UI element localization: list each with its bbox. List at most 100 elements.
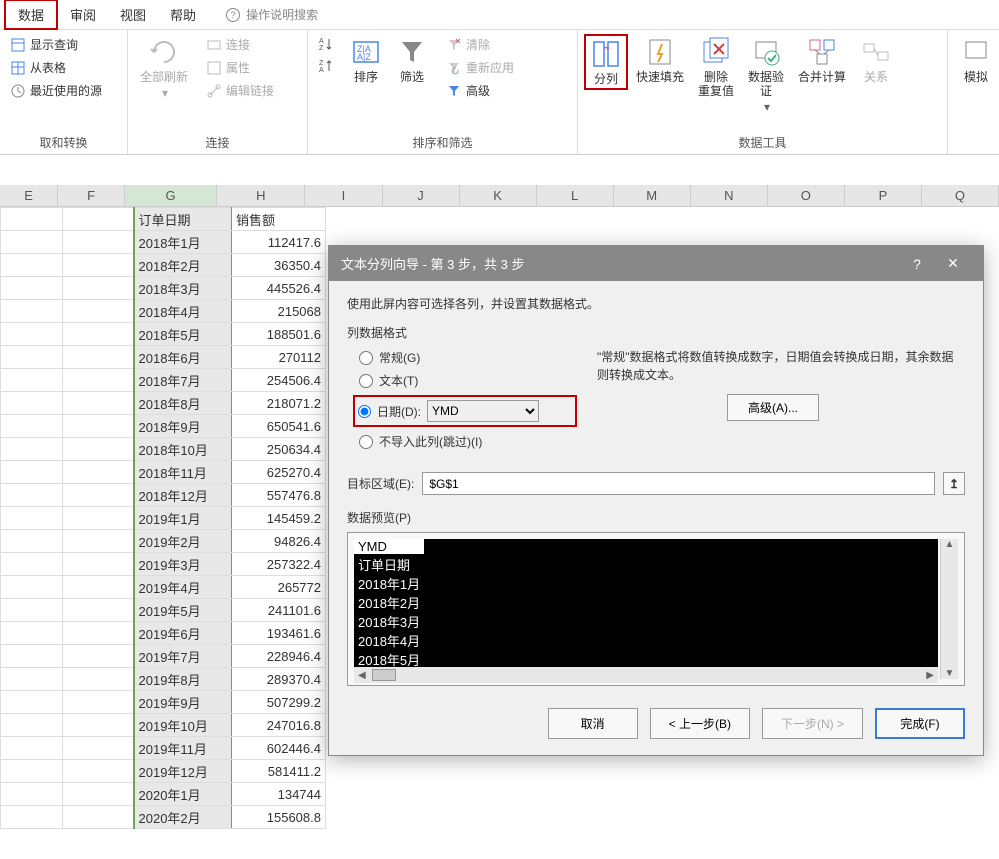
- show-queries-button[interactable]: 显示查询: [6, 34, 106, 55]
- cell[interactable]: 625270.4: [232, 461, 326, 484]
- cell[interactable]: 215068: [232, 300, 326, 323]
- remove-duplicates-button[interactable]: 删除 重复值: [692, 34, 740, 100]
- cell[interactable]: 557476.8: [232, 484, 326, 507]
- cell[interactable]: 193461.6: [232, 622, 326, 645]
- radio-text[interactable]: 文本(T): [359, 372, 577, 389]
- cell[interactable]: 2019年6月: [134, 622, 232, 645]
- help-icon[interactable]: ?: [899, 256, 935, 272]
- cell[interactable]: 445526.4: [232, 277, 326, 300]
- scroll-down-icon[interactable]: ▼: [945, 668, 955, 679]
- col-header[interactable]: O: [768, 185, 845, 206]
- connections-button[interactable]: 连接: [202, 34, 278, 55]
- cell[interactable]: 254506.4: [232, 369, 326, 392]
- destination-input[interactable]: [422, 472, 935, 495]
- cell[interactable]: 2018年7月: [134, 369, 232, 392]
- cell[interactable]: 289370.4: [232, 668, 326, 691]
- cell[interactable]: 2018年5月: [134, 323, 232, 346]
- cell[interactable]: 2019年10月: [134, 714, 232, 737]
- cell[interactable]: 36350.4: [232, 254, 326, 277]
- range-picker-icon[interactable]: ↥: [943, 472, 965, 495]
- cell[interactable]: 2018年11月: [134, 461, 232, 484]
- cell[interactable]: 2019年12月: [134, 760, 232, 783]
- col-header[interactable]: H: [217, 185, 305, 206]
- col-header[interactable]: P: [845, 185, 922, 206]
- advanced-button[interactable]: 高级(A)...: [727, 394, 819, 421]
- finish-button[interactable]: 完成(F): [875, 708, 965, 739]
- cell[interactable]: 247016.8: [232, 714, 326, 737]
- cell[interactable]: 650541.6: [232, 415, 326, 438]
- filter-button[interactable]: 筛选: [390, 34, 434, 86]
- tell-me-search[interactable]: ? 操作说明搜索: [226, 6, 318, 23]
- cell[interactable]: 145459.2: [232, 507, 326, 530]
- cell[interactable]: 507299.2: [232, 691, 326, 714]
- dialog-titlebar[interactable]: 文本分列向导 - 第 3 步，共 3 步 ? ✕: [329, 246, 983, 281]
- radio-date[interactable]: [358, 405, 371, 418]
- what-if-button[interactable]: 模拟: [954, 34, 998, 86]
- cell[interactable]: 228946.4: [232, 645, 326, 668]
- col-header[interactable]: L: [537, 185, 614, 206]
- col-header[interactable]: I: [305, 185, 382, 206]
- scroll-thumb[interactable]: [372, 669, 396, 681]
- cell[interactable]: 155608.8: [232, 806, 326, 829]
- cell[interactable]: 2019年7月: [134, 645, 232, 668]
- cell[interactable]: 2018年2月: [134, 254, 232, 277]
- back-button[interactable]: < 上一步(B): [650, 708, 750, 739]
- col-header[interactable]: M: [614, 185, 691, 206]
- cell[interactable]: 2018年4月: [134, 300, 232, 323]
- radio-skip[interactable]: 不导入此列(跳过)(I): [359, 433, 577, 450]
- cell[interactable]: 销售额: [232, 208, 326, 231]
- recent-sources-button[interactable]: 最近使用的源: [6, 80, 106, 101]
- cell[interactable]: 218071.2: [232, 392, 326, 415]
- col-header[interactable]: J: [383, 185, 460, 206]
- cell[interactable]: 2018年3月: [134, 277, 232, 300]
- cell[interactable]: 2018年1月: [134, 231, 232, 254]
- cell[interactable]: 2019年9月: [134, 691, 232, 714]
- cell[interactable]: 2019年3月: [134, 553, 232, 576]
- date-format-select[interactable]: YMD: [427, 400, 539, 422]
- cell[interactable]: 2019年11月: [134, 737, 232, 760]
- cell[interactable]: 2018年10月: [134, 438, 232, 461]
- cell[interactable]: 2018年8月: [134, 392, 232, 415]
- col-header[interactable]: N: [691, 185, 768, 206]
- cell[interactable]: 265772: [232, 576, 326, 599]
- cell[interactable]: 2018年9月: [134, 415, 232, 438]
- tab-data[interactable]: 数据: [4, 0, 58, 30]
- col-header[interactable]: G: [125, 185, 217, 206]
- tab-review[interactable]: 审阅: [58, 1, 108, 28]
- cell[interactable]: 250634.4: [232, 438, 326, 461]
- cell[interactable]: 257322.4: [232, 553, 326, 576]
- scroll-left-icon[interactable]: ◀: [354, 670, 370, 681]
- cell[interactable]: 2019年5月: [134, 599, 232, 622]
- data-validation-button[interactable]: 数据验 证▾: [742, 34, 790, 116]
- cell[interactable]: 2019年8月: [134, 668, 232, 691]
- scroll-up-icon[interactable]: ▲: [945, 539, 955, 550]
- scroll-right-icon[interactable]: ▶: [922, 670, 938, 681]
- consolidate-button[interactable]: 合并计算: [792, 34, 852, 86]
- cell[interactable]: 2018年6月: [134, 346, 232, 369]
- cell[interactable]: 订单日期: [134, 208, 232, 231]
- cell[interactable]: 270112: [232, 346, 326, 369]
- from-table-button[interactable]: 从表格: [6, 57, 106, 78]
- properties-button[interactable]: 属性: [202, 57, 278, 78]
- cell[interactable]: 2019年4月: [134, 576, 232, 599]
- cancel-button[interactable]: 取消: [548, 708, 638, 739]
- cell[interactable]: 2019年1月: [134, 507, 232, 530]
- sort-desc-button[interactable]: ZA: [314, 56, 338, 76]
- tab-help[interactable]: 帮助: [158, 1, 208, 28]
- col-header[interactable]: E: [0, 185, 58, 206]
- data-grid[interactable]: 订单日期销售额2018年1月112417.62018年2月36350.42018…: [0, 207, 326, 829]
- tab-view[interactable]: 视图: [108, 1, 158, 28]
- cell[interactable]: 134744: [232, 783, 326, 806]
- cell[interactable]: 2018年12月: [134, 484, 232, 507]
- cell[interactable]: 581411.2: [232, 760, 326, 783]
- refresh-all-button[interactable]: 全部刷新▾: [134, 34, 194, 102]
- flash-fill-button[interactable]: 快速填充: [630, 34, 690, 86]
- sort-asc-button[interactable]: AZ: [314, 34, 338, 54]
- radio-general[interactable]: 常规(G): [359, 349, 577, 366]
- edit-links-button[interactable]: 编辑链接: [202, 80, 278, 101]
- cell[interactable]: 2019年2月: [134, 530, 232, 553]
- cell[interactable]: 241101.6: [232, 599, 326, 622]
- col-header[interactable]: F: [58, 185, 125, 206]
- text-to-columns-button[interactable]: 分列: [584, 34, 628, 90]
- cell[interactable]: 94826.4: [232, 530, 326, 553]
